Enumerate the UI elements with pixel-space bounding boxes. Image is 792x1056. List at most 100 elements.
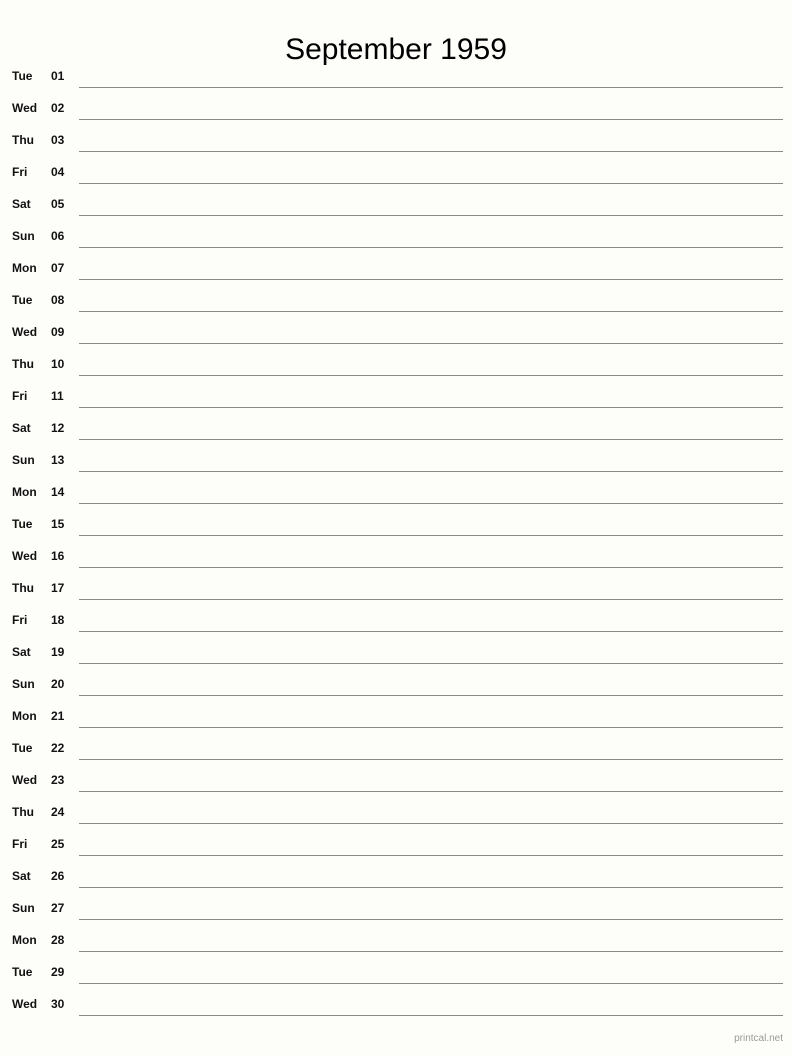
calendar-page: September 1959 Tue 01 Wed 02 Thu 03 Fri 04 Sat 05… — [0, 0, 792, 1056]
day-number-label: 22 — [51, 741, 65, 755]
day-writing-line[interactable] — [79, 887, 783, 888]
day-row: Mon 07 — [0, 256, 792, 288]
day-weekday-label: Sat — [12, 869, 31, 883]
day-row: Sat 19 — [0, 640, 792, 672]
day-writing-line[interactable] — [79, 503, 783, 504]
day-row: Wed 09 — [0, 320, 792, 352]
day-writing-line[interactable] — [79, 471, 783, 472]
day-writing-line[interactable] — [79, 1015, 783, 1016]
day-weekday-label: Thu — [12, 133, 34, 147]
day-number-label: 30 — [51, 997, 65, 1011]
day-number-label: 12 — [51, 421, 65, 435]
day-row: Sun 20 — [0, 672, 792, 704]
day-number-label: 09 — [51, 325, 65, 339]
day-weekday-label: Tue — [12, 741, 33, 755]
day-number-label: 05 — [51, 197, 65, 211]
day-weekday-label: Mon — [12, 261, 37, 275]
day-writing-line[interactable] — [79, 727, 783, 728]
day-weekday-label: Fri — [12, 165, 28, 179]
day-number-label: 24 — [51, 805, 65, 819]
day-row: Sun 27 — [0, 896, 792, 928]
day-writing-line[interactable] — [79, 215, 783, 216]
day-weekday-label: Fri — [12, 613, 28, 627]
day-writing-line[interactable] — [79, 951, 783, 952]
day-weekday-label: Fri — [12, 837, 28, 851]
day-row: Fri 18 — [0, 608, 792, 640]
footer-brand: printcal.net — [734, 1033, 783, 1044]
day-writing-line[interactable] — [79, 663, 783, 664]
day-number-label: 17 — [51, 581, 65, 595]
day-number-label: 10 — [51, 357, 65, 371]
day-row: Fri 25 — [0, 832, 792, 864]
day-writing-line[interactable] — [79, 535, 783, 536]
day-number-label: 11 — [51, 389, 64, 403]
day-number-label: 08 — [51, 293, 65, 307]
day-weekday-label: Sun — [12, 677, 35, 691]
day-weekday-label: Sun — [12, 229, 35, 243]
day-writing-line[interactable] — [79, 375, 783, 376]
day-row: Sat 05 — [0, 192, 792, 224]
day-writing-line[interactable] — [79, 919, 783, 920]
day-number-label: 26 — [51, 869, 65, 883]
day-weekday-label: Thu — [12, 357, 34, 371]
day-writing-line[interactable] — [79, 311, 783, 312]
day-row: Sun 13 — [0, 448, 792, 480]
day-weekday-label: Thu — [12, 805, 34, 819]
day-row: Sat 12 — [0, 416, 792, 448]
day-writing-line[interactable] — [79, 407, 783, 408]
day-row: Sat 26 — [0, 864, 792, 896]
day-weekday-label: Sat — [12, 645, 31, 659]
day-number-label: 13 — [51, 453, 65, 467]
day-writing-line[interactable] — [79, 599, 783, 600]
day-row: Tue 08 — [0, 288, 792, 320]
day-writing-line[interactable] — [79, 695, 783, 696]
day-weekday-label: Tue — [12, 69, 33, 83]
day-row: Mon 14 — [0, 480, 792, 512]
day-writing-line[interactable] — [79, 247, 783, 248]
day-row: Wed 23 — [0, 768, 792, 800]
day-weekday-label: Wed — [12, 773, 38, 787]
day-number-label: 27 — [51, 901, 65, 915]
day-weekday-label: Wed — [12, 997, 38, 1011]
day-row: Thu 17 — [0, 576, 792, 608]
day-number-label: 07 — [51, 261, 65, 275]
day-writing-line[interactable] — [79, 183, 783, 184]
day-number-label: 14 — [51, 485, 65, 499]
day-weekday-label: Sun — [12, 453, 35, 467]
day-writing-line[interactable] — [79, 343, 783, 344]
day-weekday-label: Tue — [12, 517, 33, 531]
day-writing-line[interactable] — [79, 119, 783, 120]
day-row: Thu 03 — [0, 128, 792, 160]
day-number-label: 25 — [51, 837, 65, 851]
day-number-label: 29 — [51, 965, 65, 979]
day-writing-line[interactable] — [79, 439, 783, 440]
day-row: Wed 30 — [0, 992, 792, 1024]
day-writing-line[interactable] — [79, 823, 783, 824]
day-writing-line[interactable] — [79, 631, 783, 632]
day-row: Thu 10 — [0, 352, 792, 384]
day-weekday-label: Sat — [12, 197, 31, 211]
day-number-label: 04 — [51, 165, 65, 179]
day-writing-line[interactable] — [79, 791, 783, 792]
day-row-list: Tue 01 Wed 02 Thu 03 Fri 04 Sat 05 Sun 06 Mon 07 Tue 08… — [0, 64, 792, 1024]
day-writing-line[interactable] — [79, 855, 783, 856]
day-writing-line[interactable] — [79, 983, 783, 984]
day-number-label: 23 — [51, 773, 65, 787]
day-weekday-label: Wed — [12, 101, 38, 115]
day-writing-line[interactable] — [79, 87, 783, 88]
day-writing-line[interactable] — [79, 279, 783, 280]
day-row: Tue 15 — [0, 512, 792, 544]
day-writing-line[interactable] — [79, 151, 783, 152]
day-row: Fri 11 — [0, 384, 792, 416]
day-writing-line[interactable] — [79, 759, 783, 760]
day-number-label: 28 — [51, 933, 65, 947]
day-number-label: 16 — [51, 549, 65, 563]
day-number-label: 15 — [51, 517, 65, 531]
day-weekday-label: Thu — [12, 581, 34, 595]
day-number-label: 18 — [51, 613, 65, 627]
day-number-label: 01 — [51, 69, 65, 83]
day-writing-line[interactable] — [79, 567, 783, 568]
day-row: Wed 16 — [0, 544, 792, 576]
day-weekday-label: Wed — [12, 325, 38, 339]
day-number-label: 20 — [51, 677, 65, 691]
